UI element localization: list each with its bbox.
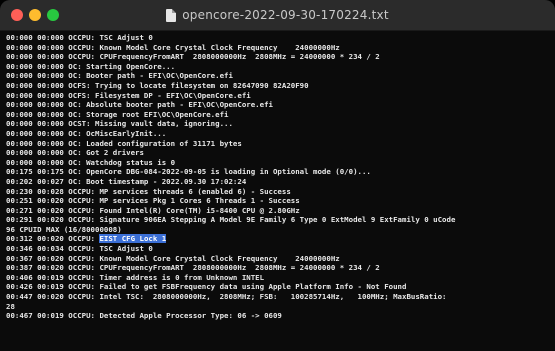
log-line-text: 00:000 00:000 OCST: Missing vault data, … (6, 119, 233, 129)
log-line-text: 00:000 00:000 OC: Starting OpenCore... (6, 61, 176, 71)
log-text-area[interactable]: 00:000 00:000 OCCPU: TSC Adjust 0 00:000 … (6, 33, 551, 349)
log-line: 00:000 00:000 OCST: Missing vault data, … (6, 119, 551, 129)
log-line-text: 00:175 00:175 OC: OpenCore DBG-084-2022-… (6, 167, 371, 177)
log-line: 00:000 00:000 OC: Loaded configuration o… (6, 139, 551, 149)
log-line-text: 00:202 00:027 OC: Boot timestamp - 2022.… (6, 176, 247, 186)
log-line-text: 00:000 00:000 OC: Storage root EFI\OC\Op… (6, 109, 229, 119)
log-line: 00:346 00:034 OCCPU: TSC Adjust 0 (6, 244, 551, 254)
window-title: opencore-2022-09-30-170224.txt (182, 8, 389, 22)
log-line: 00:251 00:020 OCCPU: MP services Pkg 1 C… (6, 196, 551, 206)
log-line: 00:000 00:000 OCFS: Trying to locate fil… (6, 81, 551, 91)
log-line-text: 00:387 00:020 OCCPU: CPUFrequencyFromART… (6, 263, 380, 273)
log-line: 00:175 00:175 OC: OpenCore DBG-084-2022-… (6, 167, 551, 177)
log-line: 00:447 00:020 OCCPU: Intel TSC: 28080000… (6, 292, 551, 302)
log-line-text: 00:251 00:020 OCCPU: MP services Pkg 1 C… (6, 196, 300, 206)
log-line: 00:000 00:000 OC: Watchdog status is 0 (6, 158, 551, 168)
log-line: 00:271 00:020 OCCPU: Found Intel(R) Core… (6, 206, 551, 216)
log-line-text: 00:312 00:020 OCCPU: (6, 234, 100, 244)
window-title-group: opencore-2022-09-30-170224.txt (0, 0, 555, 30)
log-line-text: 00:000 00:000 OCCPU: Known Model Core Cr… (6, 42, 340, 52)
log-line: 28 (6, 302, 551, 312)
log-line-text: 00:000 00:000 OC: Absolute booter path -… (6, 100, 273, 110)
log-line: 00:426 00:019 OCCPU: Failed to get FSBFr… (6, 282, 551, 292)
log-line: 00:291 00:020 OCCPU: Signature 906EA Ste… (6, 215, 551, 225)
log-line-text: 00:406 00:019 OCCPU: Timer address is 0 … (6, 272, 265, 282)
log-line: 96 CPUID MAX (16/80000008) (6, 225, 551, 235)
log-line-text: 00:000 00:000 OC: Watchdog status is 0 (6, 157, 176, 167)
log-line-text: 00:000 00:000 OC: OcMiscEarlyInit... (6, 128, 167, 138)
log-line: 00:000 00:000 OCCPU: Known Model Core Cr… (6, 43, 551, 53)
log-line-text: 00:000 00:000 OC: Booter path - EFI\OC\O… (6, 71, 233, 81)
log-line: 00:202 00:027 OC: Boot timestamp - 2022.… (6, 177, 551, 187)
log-line-text: 00:467 00:019 OCCPU: Detected Apple Proc… (6, 311, 282, 321)
log-line-text: 96 CPUID MAX (16/80000008) (6, 224, 122, 234)
log-line: 00:000 00:000 OC: Absolute booter path -… (6, 100, 551, 110)
log-line-text: 00:230 00:028 OCCPU: MP services threads… (6, 186, 291, 196)
log-line: 00:000 00:000 OC: Got 2 drivers (6, 148, 551, 158)
log-line: 00:312 00:020 OCCPU: EIST CFG Lock 1 (6, 234, 551, 244)
log-line: 00:230 00:028 OCCPU: MP services threads… (6, 187, 551, 197)
log-line-text: 00:000 00:000 OCCPU: CPUFrequencyFromART… (6, 52, 380, 62)
title-bar[interactable]: opencore-2022-09-30-170224.txt (0, 0, 555, 31)
log-line-text: 00:346 00:034 OCCPU: TSC Adjust 0 (6, 244, 153, 254)
log-line: 00:000 00:000 OC: Storage root EFI\OC\Op… (6, 110, 551, 120)
log-line-text: 28 (6, 301, 15, 311)
log-line: 00:000 00:000 OCFS: Filesystem DP - EFI\… (6, 91, 551, 101)
log-line-text: 00:447 00:020 OCCPU: Intel TSC: 28080000… (6, 292, 447, 302)
log-line: 00:387 00:020 OCCPU: CPUFrequencyFromART… (6, 263, 551, 273)
log-line: 00:467 00:019 OCCPU: Detected Apple Proc… (6, 311, 551, 321)
log-line: 00:406 00:019 OCCPU: Timer address is 0 … (6, 273, 551, 283)
log-line: 00:000 00:000 OC: Starting OpenCore... (6, 62, 551, 72)
log-line-text: 00:271 00:020 OCCPU: Found Intel(R) Core… (6, 205, 300, 215)
selected-text[interactable]: EIST CFG Lock 1 (99, 234, 167, 244)
log-line: 00:000 00:000 OC: OcMiscEarlyInit... (6, 129, 551, 139)
log-line: 00:000 00:000 OCCPU: TSC Adjust 0 (6, 33, 551, 43)
log-line-text: 00:000 00:000 OC: Loaded configuration o… (6, 138, 242, 148)
log-line-text: 00:291 00:020 OCCPU: Signature 906EA Ste… (6, 215, 456, 225)
log-line-text: 00:000 00:000 OCCPU: TSC Adjust 0 (6, 33, 153, 42)
text-editor-window: opencore-2022-09-30-170224.txt 00:000 00… (0, 0, 555, 351)
document-icon (166, 8, 177, 22)
log-line: 00:000 00:000 OCCPU: CPUFrequencyFromART… (6, 52, 551, 62)
log-line-text: 00:000 00:000 OCFS: Filesystem DP - EFI\… (6, 90, 251, 100)
log-line-text: 00:367 00:020 OCCPU: Known Model Core Cr… (6, 253, 340, 263)
log-line-text: 00:000 00:000 OCFS: Trying to locate fil… (6, 80, 309, 90)
log-line-text: 00:426 00:019 OCCPU: Failed to get FSBFr… (6, 282, 407, 292)
log-line: 00:367 00:020 OCCPU: Known Model Core Cr… (6, 254, 551, 264)
log-line: 00:000 00:000 OC: Booter path - EFI\OC\O… (6, 71, 551, 81)
log-line-text: 00:000 00:000 OC: Got 2 drivers (6, 148, 144, 158)
